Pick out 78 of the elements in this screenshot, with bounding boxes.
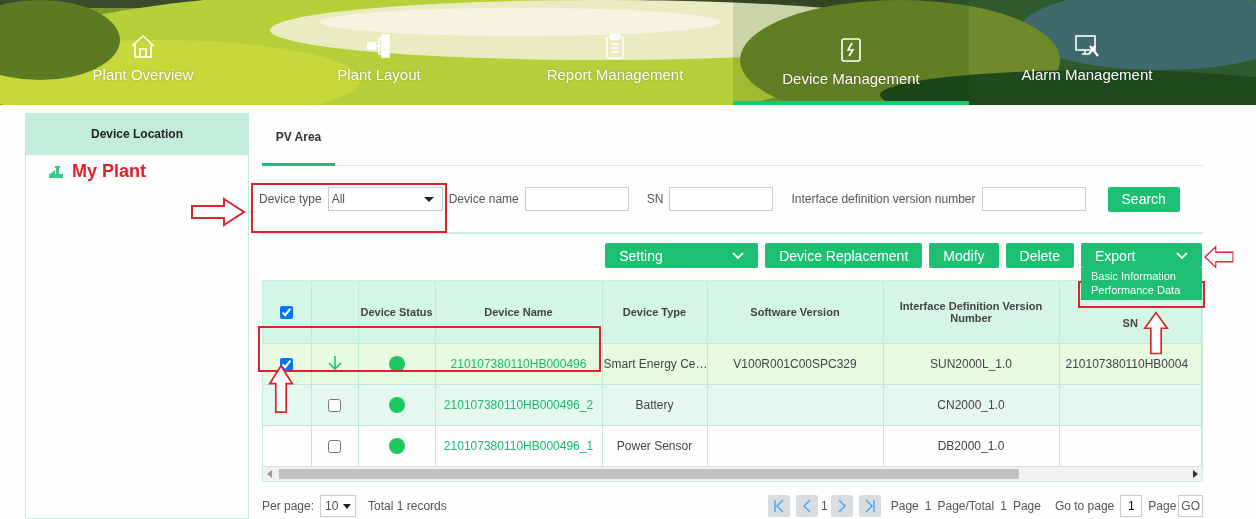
search-button[interactable]: Search (1107, 186, 1180, 212)
current-page[interactable]: 1 (821, 499, 828, 513)
next-page-button[interactable] (830, 495, 853, 517)
first-page-icon (773, 499, 786, 513)
plant-icon (48, 164, 64, 179)
table-cell: Power Sensor (616, 439, 693, 453)
nav-tab[interactable]: Plant Layout (261, 0, 497, 105)
column-header: Software Version (707, 281, 883, 344)
chevron-icon (732, 251, 745, 260)
column-header: Device Type (602, 281, 707, 344)
page-label: Page (890, 499, 919, 513)
table-cell: Smart Energy Ce… (603, 357, 706, 371)
table-cell: DB2000_1.0 (937, 439, 1005, 453)
total-records: Total 1 records (368, 499, 447, 513)
input-field[interactable] (669, 187, 774, 211)
column-header: Device Status (358, 281, 435, 344)
column-header: Interface Definition Version Number (883, 281, 1059, 344)
nav-tab[interactable]: Report Management (497, 0, 733, 105)
table-cell: 210107380110HB0004 (1065, 357, 1189, 371)
per-page-label: Per page: (262, 499, 315, 513)
row-checkbox[interactable] (280, 358, 294, 372)
annotation-arrow (1143, 311, 1169, 355)
toolbar-button[interactable]: Device Replacement (765, 243, 923, 268)
input-field[interactable] (981, 187, 1086, 211)
device-name-link[interactable]: 210107380110HB000496_1 (443, 439, 594, 453)
field-label: Device name (448, 192, 519, 206)
chevron-icon (1176, 251, 1188, 260)
toolbar-button[interactable]: Modify (929, 243, 999, 268)
caret-icon (423, 196, 434, 202)
select-all-checkbox[interactable] (280, 305, 294, 319)
table-cell: SUN2000L_1.0 (929, 357, 1013, 371)
first-page-button[interactable] (768, 495, 791, 517)
page-input[interactable]: 1 (1120, 495, 1143, 517)
column-header: Device Name (435, 281, 602, 344)
previous-page-button[interactable] (796, 495, 819, 517)
nav-tab[interactable]: Plant Overview (25, 0, 261, 105)
toolbar-button[interactable]: Delete (1005, 243, 1074, 268)
table-cell: V100R001C00SPC329 (733, 357, 857, 371)
row-checkbox[interactable] (328, 399, 341, 413)
last-page-icon (863, 499, 876, 513)
field-label: Device type (259, 192, 322, 206)
last-page-button[interactable] (858, 495, 881, 517)
per-page-select[interactable]: 10 (320, 495, 357, 517)
go-to-page-label: Go to page (1054, 499, 1115, 513)
caret-icon (343, 503, 352, 509)
nav-tab[interactable]: Device Management (733, 0, 969, 105)
input-field[interactable] (524, 187, 629, 211)
nav-tab[interactable]: Alarm Management (969, 0, 1205, 105)
tree-item[interactable]: My Plant (72, 161, 146, 182)
annotation-arrow (190, 197, 246, 227)
page-number: 1 (924, 499, 932, 513)
status-dot (388, 397, 405, 413)
row-checkbox[interactable] (328, 440, 341, 454)
menu-button[interactable]: Export (1081, 243, 1202, 268)
horizontal-scrollbar[interactable] (263, 466, 1202, 481)
field-label: SN (646, 192, 664, 206)
page-label: Page (1012, 499, 1041, 513)
menu-item[interactable]: Performance Data (1081, 283, 1202, 297)
annotation-arrow (1204, 245, 1234, 269)
go-button[interactable]: GO (1178, 495, 1203, 517)
chevron-right-icon (835, 499, 848, 513)
status-dot (388, 438, 405, 454)
layout-icon (365, 32, 393, 60)
page-total-label: Page/Total (937, 499, 995, 513)
menu-item[interactable]: Basic Information (1081, 269, 1202, 283)
chevron-left-icon (801, 499, 814, 513)
field-label: Interface definition version number (791, 192, 976, 206)
device-type-select[interactable]: All (327, 187, 443, 211)
table-cell: CN2000_1.0 (937, 398, 1005, 412)
page-label: Page (1148, 499, 1177, 513)
sidebar-header: Device Location (26, 113, 248, 155)
tab[interactable]: PV Area (262, 113, 335, 166)
down-arrow-icon[interactable] (326, 354, 343, 371)
menu-button[interactable]: Setting (605, 243, 759, 268)
table-cell: Battery (635, 398, 674, 412)
total-pages: 1 (1000, 499, 1007, 513)
home-icon (129, 32, 157, 60)
annotation-arrow (268, 364, 294, 414)
